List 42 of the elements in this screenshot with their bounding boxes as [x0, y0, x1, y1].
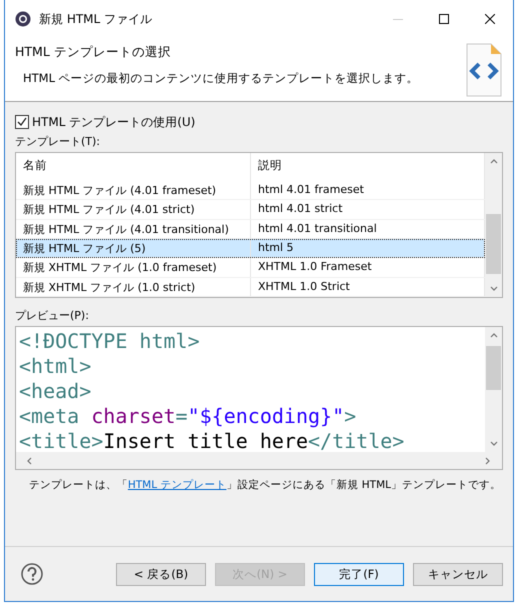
page-title: HTML テンプレートの選択	[15, 44, 172, 61]
use-template-checkbox[interactable]: HTML テンプレートの使用(U)	[15, 112, 503, 132]
code-line: <html>	[19, 354, 92, 379]
maximize-icon[interactable]	[439, 14, 449, 24]
window-title: 新規 HTML ファイル	[39, 10, 154, 28]
code-line: <meta charset="${encoding}">	[19, 404, 358, 429]
table-cell: 新規 HTML ファイル (4.01 frameset)	[16, 180, 251, 200]
template-row[interactable]: 新規 HTML ファイル (4.01 strict) html 4.01 strict	[16, 200, 485, 220]
code-line: <title>Insert title here</title>	[19, 429, 406, 452]
templates-label: テンプレート(T):	[15, 134, 102, 149]
template-link[interactable]: HTML テンプレート	[128, 479, 226, 491]
template-row[interactable]: 新規 XHTML ファイル (1.0 frameset) XHTML 1.0 Frameset	[16, 258, 485, 278]
template-row[interactable]: 新規 XHTML ファイル (1.0 strict) XHTML 1.0 Strict	[16, 278, 485, 297]
column-header[interactable]: 名前	[16, 153, 251, 181]
scroll-up-icon[interactable]	[490, 332, 498, 340]
table-cell: 新規 HTML ファイル (5)	[16, 238, 251, 258]
scroll-down-icon[interactable]	[490, 284, 498, 292]
scroll-left-icon[interactable]	[26, 456, 34, 464]
dialog-button[interactable]: < 戻る(B)	[116, 562, 206, 586]
checkbox[interactable]	[15, 115, 29, 129]
scroll-down-icon[interactable]	[490, 440, 498, 448]
dialog-button[interactable]: 完了(F)	[314, 562, 404, 586]
table-cell: 新規 HTML ファイル (4.01 transitional)	[16, 220, 251, 238]
table-cell: 新規 XHTML ファイル (1.0 strict)	[16, 278, 251, 296]
scroll-right-icon[interactable]	[484, 456, 492, 464]
template-row[interactable]: 新規 HTML ファイル (4.01 frameset) html 4.01 frameset	[16, 180, 485, 200]
table-cell: 新規 HTML ファイル (4.01 strict)	[16, 200, 251, 219]
scrollbar[interactable]	[485, 327, 502, 452]
preview-label: プレビュー(P):	[15, 308, 90, 323]
help-icon[interactable]	[21, 563, 43, 585]
horizontal-scrollbar[interactable]	[16, 452, 502, 469]
close-icon[interactable]	[485, 14, 495, 24]
scrollbar[interactable]	[485, 153, 502, 297]
app-icon	[15, 11, 31, 27]
table-cell: 新規 XHTML ファイル (1.0 frameset)	[16, 258, 251, 277]
scroll-up-icon[interactable]	[490, 158, 498, 166]
code-line: <!ĐOCTYPE html>	[19, 329, 201, 354]
template-note: テンプレートは、「HTML テンプレート」設定ページにある「新規 HTML」テンプレートです。	[28, 478, 502, 492]
template-row[interactable]: 新規 HTML ファイル (5) html 5	[16, 238, 485, 258]
page-description: HTML ページの最初のコンテンツに使用するテンプレートを選択します。	[22, 71, 420, 86]
dialog-button[interactable]: キャンセル	[413, 562, 503, 586]
code-line: <head>	[19, 379, 92, 404]
